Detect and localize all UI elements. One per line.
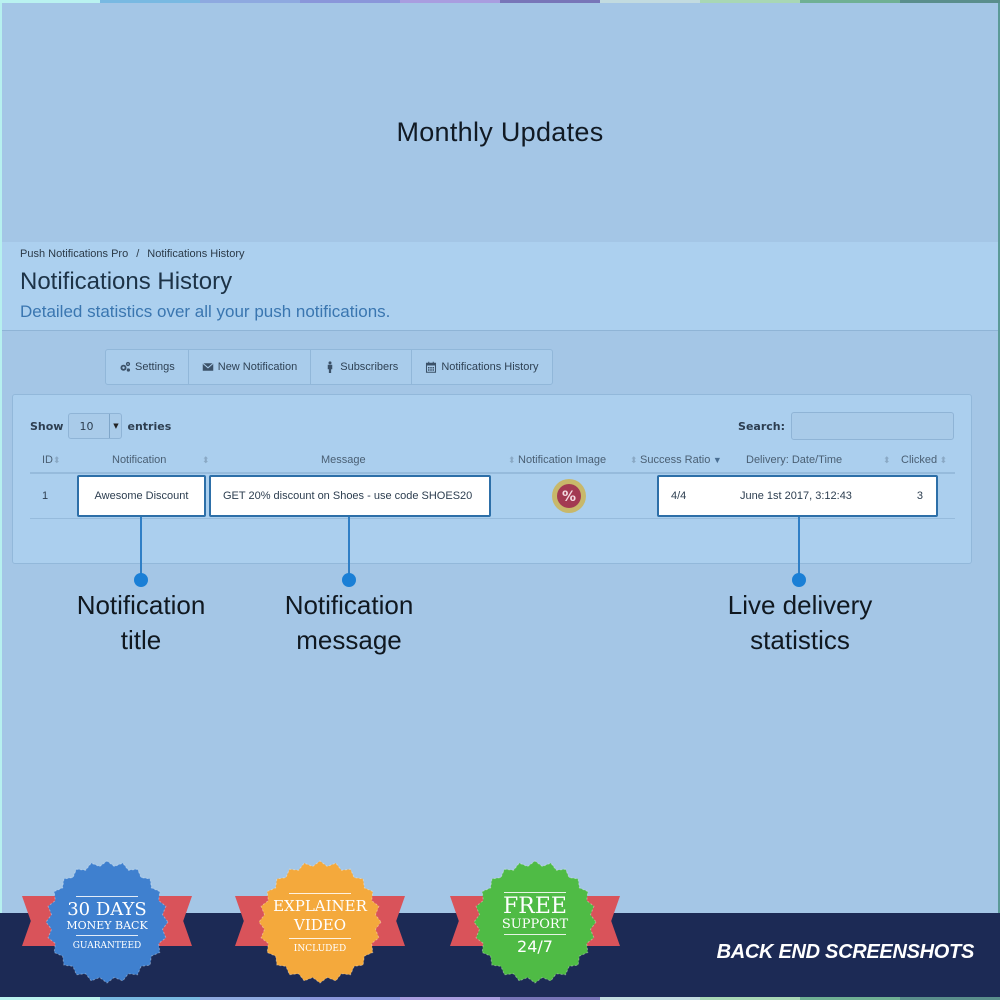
show-label: Show [30,419,64,433]
badge-rule [76,934,138,936]
sort-icon: ⬍ [937,455,948,465]
calendar-icon [426,361,437,373]
stats-highlight: 4/4 June 1st 2017, 3:12:43 3 [657,475,938,517]
gears-icon [120,361,131,372]
badge-line2: MONEY BACK [66,918,148,932]
page-title: Notifications History [20,268,233,295]
page-subtitle: Detailed statistics over all your push n… [20,302,391,321]
callout-dot-title [134,573,148,587]
explainer-video-badge: EXPLAINER VIDEO INCLUDED [235,860,405,990]
search-input[interactable] [791,412,954,440]
badge-rule [289,937,351,939]
cell-delivery: June 1st 2017, 3:12:43 [740,490,852,502]
column-header-notification[interactable]: Notification [112,454,166,466]
badge-line1: 30 DAYS [67,898,147,920]
envelope-icon [202,362,214,371]
new-notification-button[interactable]: New Notification [189,350,312,384]
cell-success-ratio: 4/4 [671,490,687,502]
badge-rule [76,895,138,897]
page-size-value: 10 [79,419,94,433]
footer-label: BACK END SCREENSHOTS [716,941,975,963]
cell-notification: Awesome Discount [77,475,206,517]
notifications-table-panel: Show 10 ▼ entries Search: ID⬍ Notificati… [12,394,972,564]
search-control: Search: [738,412,954,440]
breadcrumb-current: Notifications History [147,248,245,260]
subscribers-button[interactable]: Subscribers [311,350,413,384]
column-header-clicked[interactable]: Clicked ⬍ [901,454,947,466]
badge-line2: VIDEO [293,915,347,934]
breadcrumb-root[interactable]: Push Notifications Pro [20,248,128,260]
breadcrumb-separator: / [136,248,140,260]
hero-title: Monthly Updates [396,117,604,147]
badge-rule [504,933,566,935]
sort-icon[interactable]: ⬍ [202,454,210,466]
badge-line1: EXPLAINER [273,896,367,915]
top-color-strip [0,0,1000,3]
svg-text:%: % [562,489,576,505]
column-header-id[interactable]: ID⬍ [42,454,61,466]
column-header-delivery[interactable]: Delivery: Date/Time [746,454,842,466]
table-header: ID⬍ Notification ⬍ Message ⬍ Notificatio… [30,452,955,474]
page-size-select[interactable]: 10 ▼ [68,413,123,439]
cell-notification-image: % [549,475,589,517]
column-header-success-ratio[interactable]: ⬍ Success Ratio ▼ [630,454,722,466]
cell-id: 1 [42,490,49,502]
callout-label-title: Notification title [76,590,206,655]
badge-line1: FREE [503,893,567,919]
free-support-badge: FREE SUPPORT 24/7 [450,860,620,990]
badge-line2: SUPPORT [501,916,569,932]
sort-icon: ⬍ [630,455,641,465]
callout-dot-message [342,573,356,587]
user-icon [327,361,333,373]
page-size-control: Show 10 ▼ entries [30,413,171,439]
callout-dot-stats [792,573,806,587]
callout-line-stats [798,517,800,579]
sort-desc-icon: ▼ [710,455,722,465]
cell-message: GET 20% discount on Shoes - use code SHO… [209,475,491,517]
left-edge-stripe [0,0,2,1000]
sort-icon: ⬍ [508,455,519,465]
page-header: Push Notifications Pro / Notifications His… [2,242,998,331]
breadcrumb: Push Notifications Pro / Notifications His… [20,248,244,260]
badge-line3: GUARANTEED [72,940,142,951]
callout-label-stats: Live delivery statistics [727,590,873,655]
new-notification-label: New Notification [217,361,298,373]
notifications-history-label: Notifications History [441,361,539,373]
badge-line3: INCLUDED [293,943,347,954]
percent-badge-icon: % [552,479,586,513]
badge-rule [289,892,351,894]
search-label: Search: [738,419,785,433]
entries-label: entries [127,419,172,433]
sort-icon: ⬍ [53,455,61,465]
subscribers-label: Subscribers [340,361,399,373]
callout-label-message: Notification message [284,590,414,655]
sort-icon[interactable]: ⬍ [883,454,891,466]
badge-rule [504,891,566,893]
settings-button[interactable]: Settings [106,350,189,384]
money-back-badge: 30 DAYS MONEY BACK GUARANTEED [22,860,192,990]
notifications-history-button[interactable]: Notifications History [412,350,551,384]
callout-line-title [140,517,142,579]
callout-line-message [348,517,350,579]
cell-clicked: 3 [916,490,923,502]
module-toolbar: Settings New Notification Subscribers No… [105,349,553,385]
badge-line3: 24/7 [517,936,553,956]
table-row[interactable]: 1 Awesome Discount GET 20% discount on S… [30,475,955,519]
settings-label: Settings [135,361,175,373]
column-header-message[interactable]: Message [321,454,366,466]
chevron-down-icon: ▼ [109,414,121,438]
column-header-notification-image[interactable]: ⬍ Notification Image [508,454,606,466]
